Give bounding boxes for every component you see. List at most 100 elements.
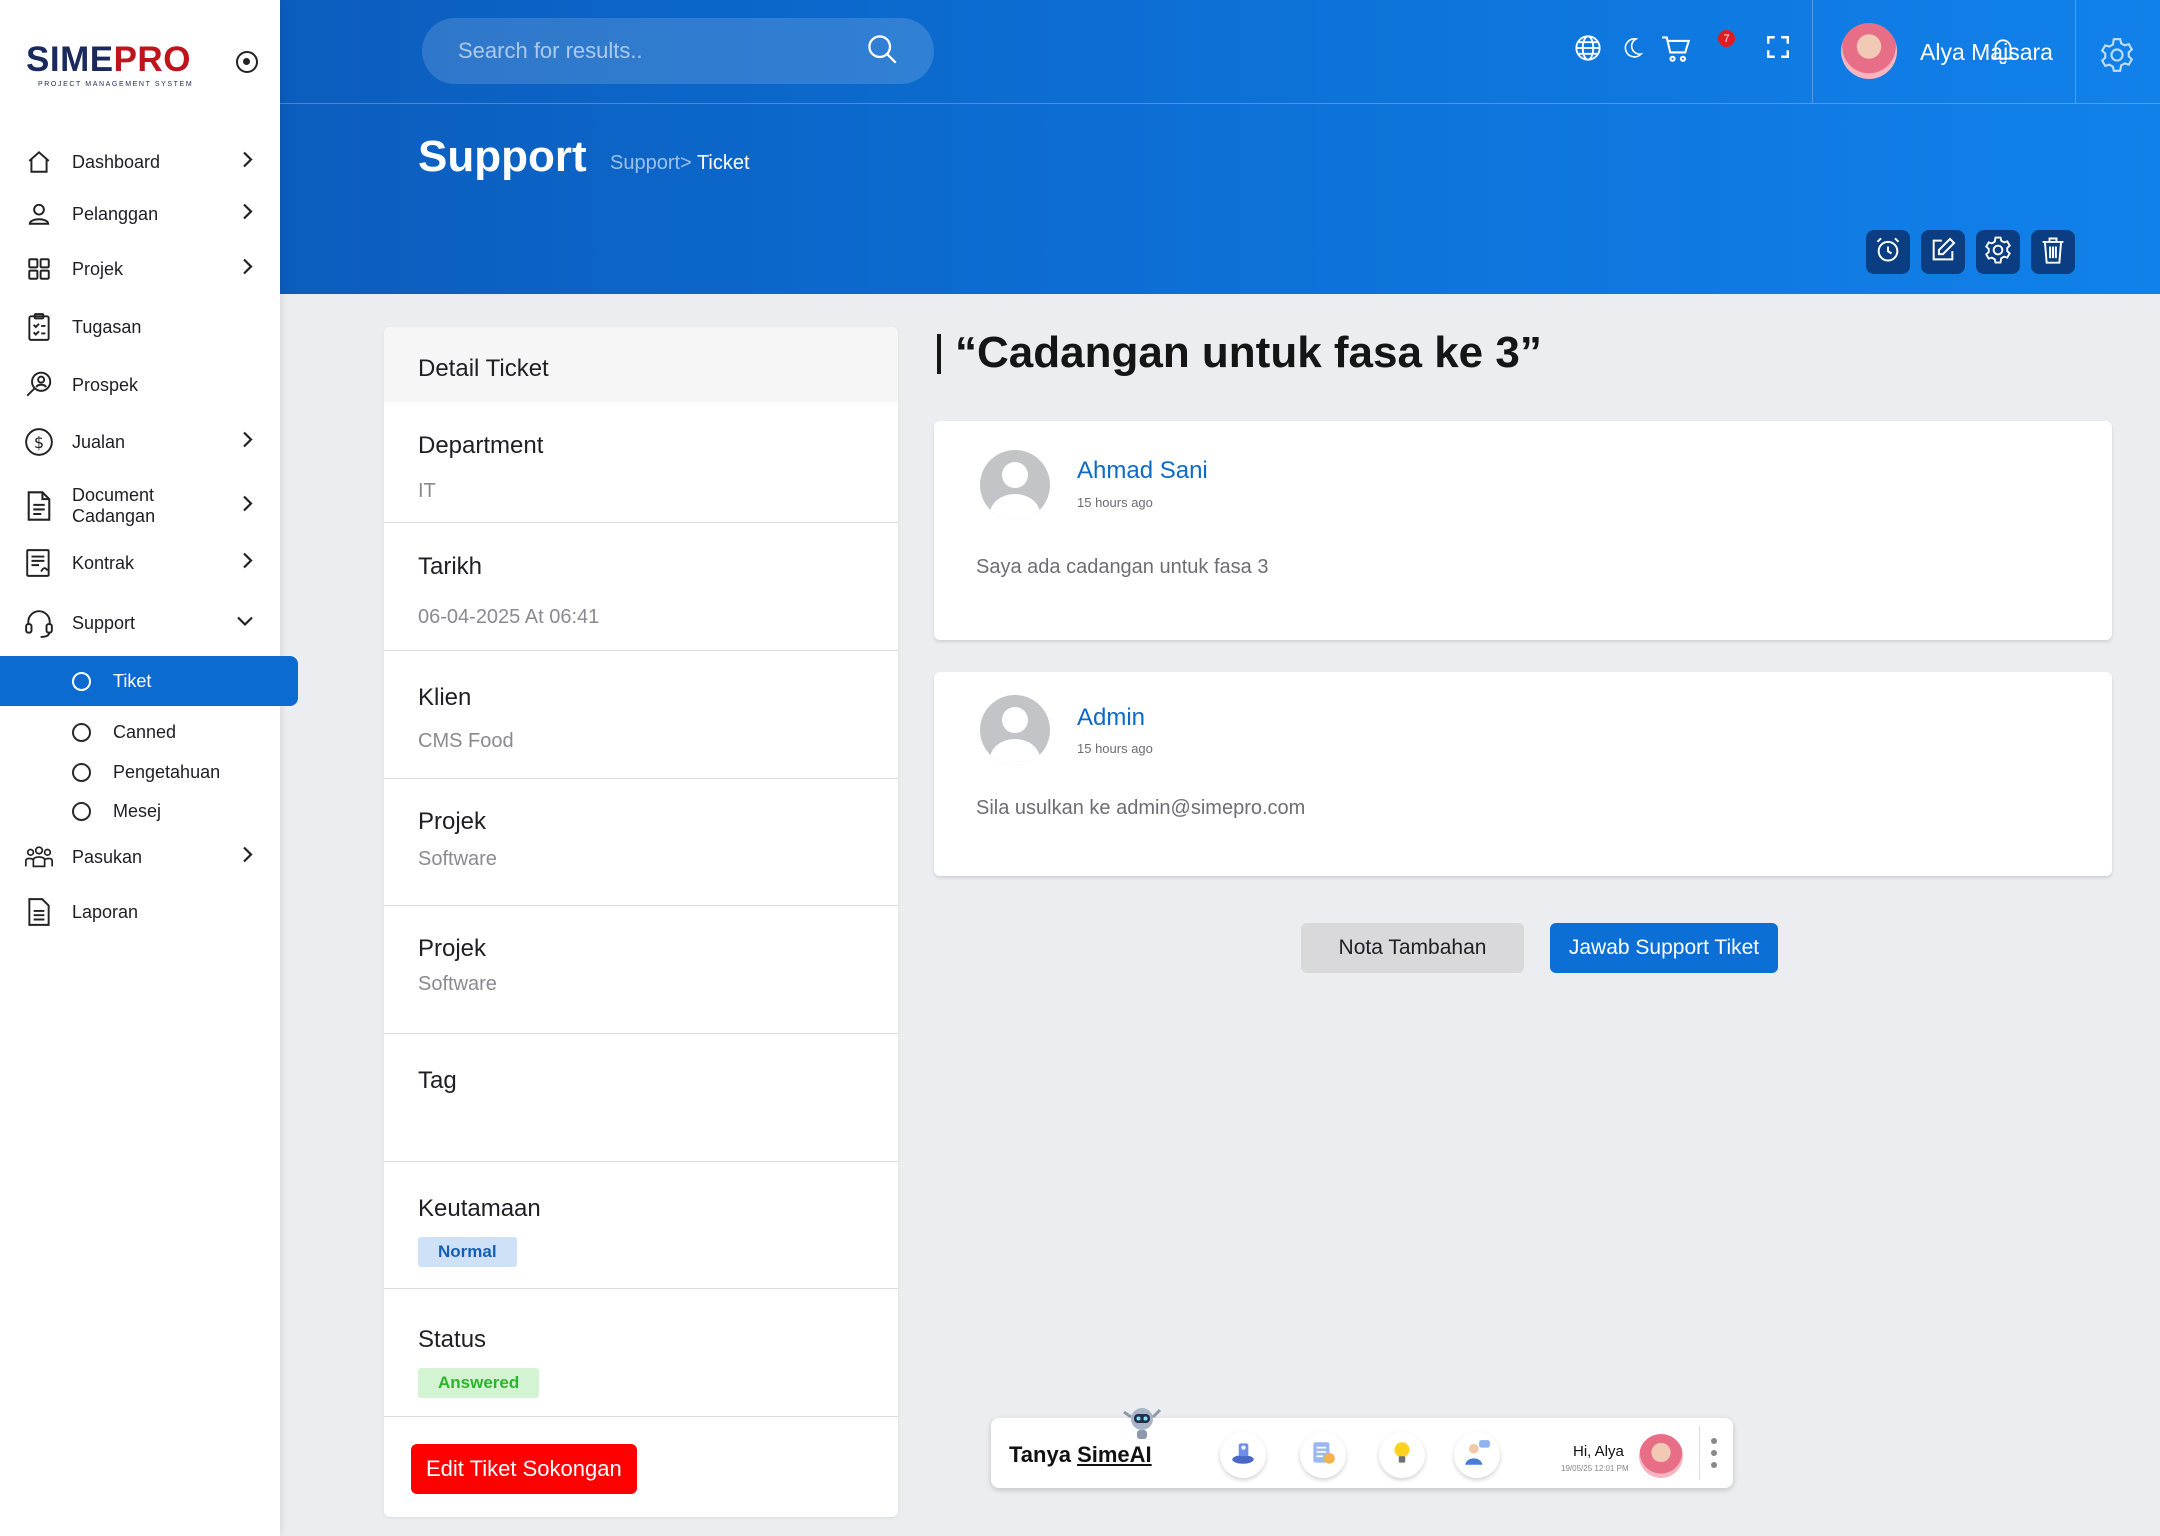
team-icon	[24, 842, 54, 872]
avatar[interactable]	[1639, 1434, 1683, 1478]
edit-button[interactable]	[1921, 230, 1965, 274]
sidebar-item-pelanggan[interactable]: Pelanggan	[24, 199, 256, 229]
message-card: Ahmad Sani 15 hours ago Saya ada cadanga…	[934, 421, 2112, 640]
sidebar-toggle-icon[interactable]	[236, 51, 258, 73]
search-bar[interactable]	[422, 18, 934, 84]
sidebar-item-tugasan[interactable]: Tugasan	[24, 312, 256, 342]
field-label: Keutamaan	[418, 1195, 541, 1222]
settings-button[interactable]	[1976, 230, 2020, 274]
home-icon	[24, 147, 54, 177]
ai-date: 19/05/25 12:01 PM	[1561, 1464, 1629, 1473]
contract-icon	[24, 548, 54, 578]
ai-assistant-bar[interactable]: Tanya SimeAI Hi, Alya 19/05/25 12:01 PM	[991, 1418, 1733, 1488]
message-card: Admin 15 hours ago Sila usulkan ke admin…	[934, 672, 2112, 876]
sidebar-item-kontrak[interactable]: Kontrak	[24, 548, 256, 578]
sidebar-item-dashboard[interactable]: Dashboard	[24, 147, 256, 177]
sidebar-subitem-label: Pengetahuan	[113, 762, 221, 782]
ticket-subject: “Cadangan untuk fasa ke 3”	[937, 328, 1542, 378]
field-label: Status	[418, 1326, 487, 1353]
user-icon	[24, 199, 54, 229]
field-tag: Tag	[384, 1034, 898, 1162]
sidebar-item-label: Dashboard	[72, 151, 161, 172]
circle-icon	[72, 763, 91, 782]
ai-greeting: Hi, Alya	[1573, 1443, 1624, 1460]
sidebar-subitem-tiket[interactable]: Tiket	[0, 656, 298, 706]
chevron-right-icon	[240, 151, 254, 174]
field-value: CMS Food	[418, 730, 514, 752]
add-note-button[interactable]: Nota Tambahan	[1301, 923, 1524, 973]
sidebar-item-document-cadangan[interactable]: Document Cadangan	[24, 485, 256, 527]
field-keutamaan: Keutamaan Normal	[384, 1162, 898, 1289]
priority-badge: Normal	[418, 1237, 517, 1267]
message-author[interactable]: Ahmad Sani	[1077, 457, 1208, 485]
cart-icon[interactable]	[1661, 34, 1691, 69]
more-vertical-icon[interactable]	[1709, 1434, 1719, 1474]
search-user-icon	[24, 370, 54, 400]
sidebar-item-projek[interactable]: Projek	[24, 254, 256, 284]
field-label: Department	[418, 432, 544, 459]
avatar[interactable]	[1841, 23, 1897, 79]
message-time: 15 hours ago	[1077, 741, 1153, 756]
globe-icon[interactable]	[1574, 34, 1602, 67]
logo[interactable]: SIMEPRO PROJECT MANAGEMENT SYSTEM	[26, 40, 193, 88]
sidebar-subitem-pengetahuan[interactable]: Pengetahuan	[72, 762, 220, 783]
header-divider	[2075, 0, 2076, 103]
field-status: Status Answered	[384, 1289, 898, 1417]
sidebar-item-label: Kontrak	[72, 552, 135, 573]
moon-icon[interactable]	[1620, 34, 1644, 67]
message-author[interactable]: Admin	[1077, 704, 1145, 732]
sidebar-subitem-label: Mesej	[113, 801, 162, 821]
sidebar-item-label: Pasukan	[72, 846, 143, 867]
field-label: Klien	[418, 684, 472, 711]
sidebar-item-label: Pelanggan	[72, 203, 159, 224]
user-name[interactable]: Alya Maisara	[1920, 39, 2053, 66]
sidebar-subitem-label: Canned	[113, 722, 177, 742]
field-value: 06-04-2025 At 06:41	[418, 606, 600, 628]
sidebar-item-pasukan[interactable]: Pasukan	[24, 842, 256, 872]
status-badge: Answered	[418, 1368, 540, 1398]
sidebar: SIMEPRO PROJECT MANAGEMENT SYSTEM Dashbo…	[0, 0, 280, 1536]
ai-brand: SimeAI	[1077, 1442, 1152, 1467]
fullscreen-icon[interactable]	[1765, 34, 1791, 65]
ai-shortcut-button[interactable]	[1220, 1432, 1266, 1478]
trash-icon	[2039, 235, 2067, 270]
breadcrumb-parent[interactable]: Support>	[610, 152, 692, 174]
sidebar-item-jualan[interactable]: $ Jualan	[24, 427, 256, 457]
ai-label-prefix: Tanya	[1009, 1442, 1078, 1467]
circle-icon	[72, 671, 91, 691]
sidebar-subitem-canned[interactable]: Canned	[72, 722, 176, 743]
sidebar-item-laporan[interactable]: Laporan	[24, 897, 256, 927]
header-divider	[1812, 0, 1813, 103]
edit-ticket-button[interactable]: Edit Tiket Sokongan	[411, 1444, 637, 1494]
sidebar-item-label: Projek	[72, 258, 124, 279]
ai-shortcut-button[interactable]	[1300, 1432, 1346, 1478]
avatar	[980, 450, 1050, 520]
sidebar-subitem-mesej[interactable]: Mesej	[72, 801, 161, 822]
sidebar-item-support[interactable]: Support	[24, 608, 256, 638]
field-label: Tarikh	[418, 553, 483, 580]
gear-icon[interactable]	[2098, 36, 2136, 79]
chevron-right-icon	[240, 846, 254, 869]
sidebar-item-prospek[interactable]: Prospek	[24, 370, 256, 400]
edit-icon	[1929, 236, 1957, 269]
field-department: Department IT	[384, 402, 898, 523]
message-time: 15 hours ago	[1077, 495, 1153, 510]
report-icon	[24, 897, 54, 927]
field-label: Tag	[418, 1067, 457, 1094]
ai-label: Tanya SimeAI	[1009, 1442, 1152, 1468]
document-icon	[24, 491, 54, 521]
logo-sime: SIME	[26, 40, 114, 79]
field-label: Projek	[418, 935, 487, 962]
search-input[interactable]	[458, 38, 866, 64]
search-icon[interactable]	[866, 33, 898, 70]
reply-ticket-button[interactable]: Jawab Support Tiket	[1550, 923, 1778, 973]
reminder-button[interactable]	[1866, 230, 1910, 274]
alarm-clock-icon	[1874, 236, 1902, 269]
delete-button[interactable]	[2031, 230, 2075, 274]
ai-shortcut-button[interactable]	[1454, 1432, 1500, 1478]
field-projek: Projek Software	[384, 906, 898, 1034]
header-divider	[280, 103, 2160, 104]
notes-icon	[1308, 1438, 1338, 1473]
support-agent-icon	[1462, 1438, 1492, 1473]
ai-shortcut-button[interactable]	[1379, 1432, 1425, 1478]
